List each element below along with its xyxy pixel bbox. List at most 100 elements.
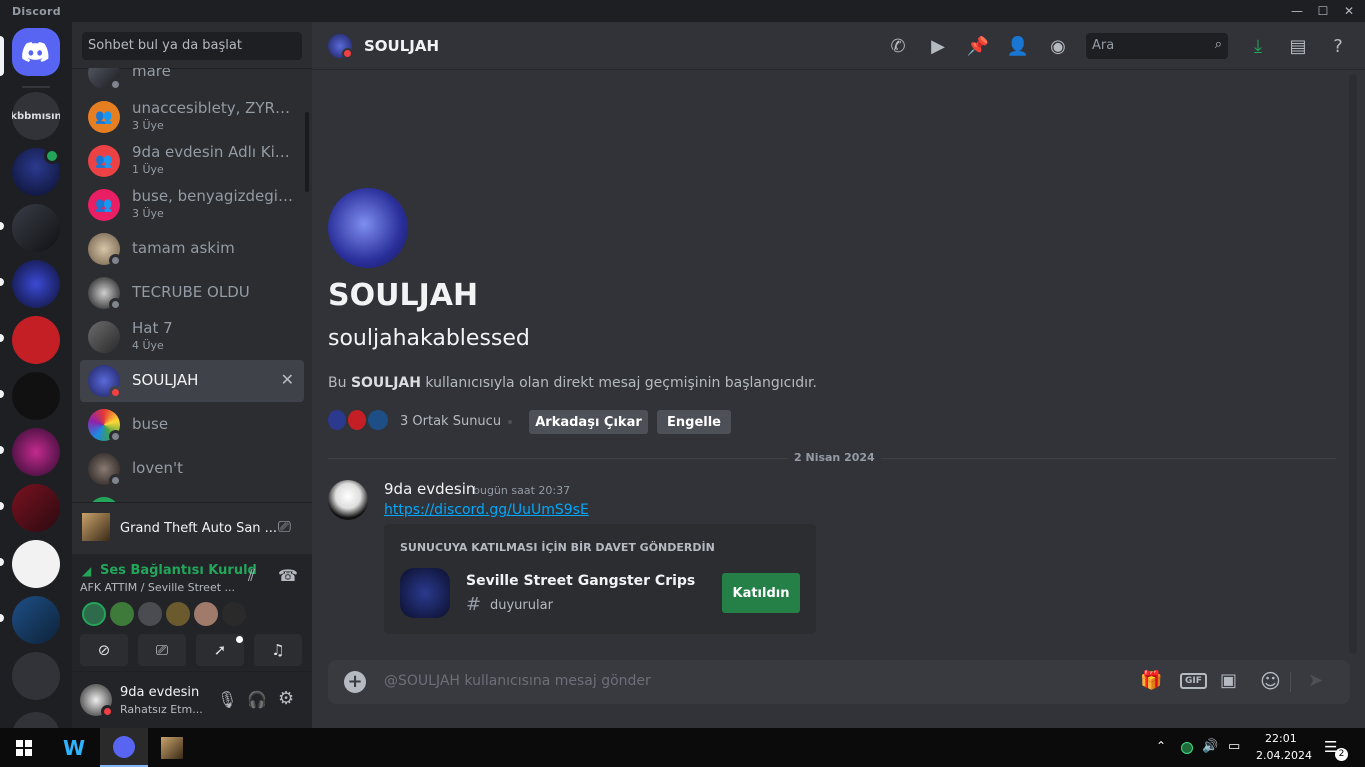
message-avatar[interactable] <box>328 480 368 520</box>
date-divider: 2 Nisan 2024 <box>788 451 881 464</box>
camera-off-button[interactable]: ⊘ <box>80 634 128 666</box>
dm-item[interactable]: 👥 buse, benyagizdegilim1 3 Üye <box>80 184 304 226</box>
discord-taskbar-icon[interactable] <box>100 728 148 767</box>
voice-call-icon[interactable]: ✆ <box>886 34 910 58</box>
search-input[interactable]: Ara ⌕ <box>1086 33 1228 59</box>
chat-scrollbar-track[interactable] <box>1349 74 1357 654</box>
tray-app-icon[interactable] <box>1181 742 1193 754</box>
noise-suppression-icon[interactable]: ⫽ <box>248 566 255 586</box>
tray-chevron-icon[interactable]: ⌃ <box>1156 739 1166 753</box>
server-icon[interactable] <box>12 540 60 588</box>
scrollbar[interactable] <box>305 112 309 192</box>
invite-channel-name: duyurular <box>490 598 553 613</box>
notification-count: 2 <box>1335 748 1348 761</box>
profile-avatar <box>328 188 408 268</box>
dm-name: TECRUBE OLDU <box>132 283 250 301</box>
server-icon[interactable] <box>12 260 60 308</box>
server-icon[interactable] <box>12 372 60 420</box>
gif-icon[interactable]: GIF <box>1180 673 1207 689</box>
windows-start-icon[interactable] <box>0 728 48 767</box>
stream-game-icon[interactable]: ⎚ <box>278 517 291 537</box>
emoji-icon[interactable]: ☺ <box>1260 669 1281 693</box>
gta-icon <box>161 736 183 759</box>
user-status: Rahatsız Etm... <box>120 703 203 716</box>
volume-icon[interactable]: 🔊 <box>1202 739 1218 754</box>
dm-item[interactable]: loven't <box>80 448 304 490</box>
status-offline-icon <box>109 254 122 267</box>
clock-date[interactable]: 2.04.2024 <box>1256 749 1312 762</box>
server-icon[interactable] <box>12 428 60 476</box>
voice-user-avatar[interactable] <box>194 602 218 626</box>
server-icon[interactable] <box>12 204 60 252</box>
app-w-icon[interactable]: W <box>50 728 98 767</box>
download-icon[interactable]: ⤓ <box>1246 34 1270 58</box>
message-author[interactable]: 9da evdesin <box>384 480 475 498</box>
help-icon[interactable]: ? <box>1326 34 1350 58</box>
dm-intro-text: Bu SOULJAH kullanıcısıyla olan direkt me… <box>328 375 817 391</box>
intro-name: SOULJAH <box>350 375 421 391</box>
composer-divider <box>1290 672 1291 692</box>
screen-share-button[interactable]: ⎚ <box>138 634 186 666</box>
server-kbbmisin[interactable]: kbbmısın <box>12 92 60 140</box>
dm-item[interactable]: tamam askim <box>80 228 304 270</box>
home-button[interactable] <box>12 28 60 76</box>
invite-link[interactable]: https://discord.gg/UuUmS9sE <box>384 502 589 518</box>
voice-user-avatar[interactable] <box>222 602 246 626</box>
send-icon[interactable]: ➤ <box>1308 670 1323 691</box>
dm-item[interactable]: TECRUBE OLDU <box>80 272 304 314</box>
remove-friend-button[interactable]: Arkadaşı Çıkar <box>529 410 648 434</box>
voice-user-avatar[interactable] <box>82 602 106 626</box>
dm-item[interactable]: buse <box>80 404 304 446</box>
settings-gear-icon[interactable]: ⚙ <box>278 688 294 709</box>
dm-list: mare 👥 unaccesiblety, ZYRXN... 3 Üye 👥 9… <box>72 68 312 502</box>
voice-user-avatar[interactable] <box>138 602 162 626</box>
soundboard-button[interactable]: ♫ <box>254 634 302 666</box>
video-call-icon[interactable]: ▶ <box>926 34 950 58</box>
disconnect-icon[interactable]: ☎ <box>278 566 298 585</box>
unread-indicator <box>0 446 4 454</box>
user-profile-icon[interactable]: ◉ <box>1046 34 1070 58</box>
dm-item[interactable]: 👥 9da evdesin Adlı Kişin... 1 Üye <box>80 140 304 182</box>
dm-item[interactable]: Hat 7 4 Üye <box>80 316 304 358</box>
server-folder[interactable] <box>12 652 60 700</box>
dm-item[interactable] <box>80 492 304 502</box>
message-input[interactable]: @SOULJAH kullanıcısına mesaj gönder <box>384 673 651 689</box>
add-friend-icon[interactable]: 👤 <box>1006 34 1030 58</box>
network-icon[interactable]: ▭ <box>1228 739 1240 754</box>
clock-time[interactable]: 22:01 <box>1265 732 1297 745</box>
joined-button[interactable]: Katıldın <box>722 573 800 613</box>
mutual-servers-link[interactable]: 3 Ortak Sunucu <box>400 414 501 429</box>
close-dm-icon[interactable]: ✕ <box>281 370 294 389</box>
microphone-icon[interactable]: 🎙 <box>217 690 237 709</box>
dm-item[interactable]: mare <box>80 68 304 94</box>
sticker-icon[interactable]: ▣ <box>1220 670 1237 691</box>
dm-item[interactable]: 👥 unaccesiblety, ZYRXN... 3 Üye <box>80 96 304 138</box>
server-sidebar: kbbmısın + <box>0 22 72 728</box>
server-icon[interactable] <box>12 484 60 532</box>
intro-pre: Bu <box>328 375 351 391</box>
add-server-button[interactable]: + <box>12 712 60 728</box>
voice-channel[interactable]: AFK ATTIM / Seville Street ... <box>80 581 235 594</box>
block-button[interactable]: Engelle <box>657 410 731 434</box>
dm-name: loven't <box>132 459 183 477</box>
unread-indicator <box>0 222 4 230</box>
server-icon[interactable] <box>12 316 60 364</box>
dm-item-active[interactable]: SOULJAH ✕ <box>80 360 304 402</box>
dot-separator <box>508 420 512 424</box>
separator <box>22 86 50 88</box>
avatar <box>88 321 120 353</box>
server-icon[interactable] <box>12 596 60 644</box>
headphones-icon[interactable]: 🎧 <box>247 690 267 709</box>
discord-logo-icon <box>113 735 135 758</box>
game-taskbar-icon[interactable] <box>148 728 196 767</box>
gift-icon[interactable]: 🎁 <box>1140 670 1162 691</box>
voice-user-avatar[interactable] <box>166 602 190 626</box>
voice-user-avatar[interactable] <box>110 602 134 626</box>
close-window-button[interactable]: ✕ <box>1332 2 1365 20</box>
dm-name: tamam askim <box>132 239 235 257</box>
voice-status[interactable]: Ses Bağlantısı Kuruld <box>100 563 257 578</box>
upload-plus-icon[interactable]: + <box>344 671 366 693</box>
dm-search-input[interactable]: Sohbet bul ya da başlat <box>82 32 302 60</box>
pin-icon[interactable]: 📌 <box>966 34 990 58</box>
inbox-icon[interactable]: ▤ <box>1286 34 1310 58</box>
